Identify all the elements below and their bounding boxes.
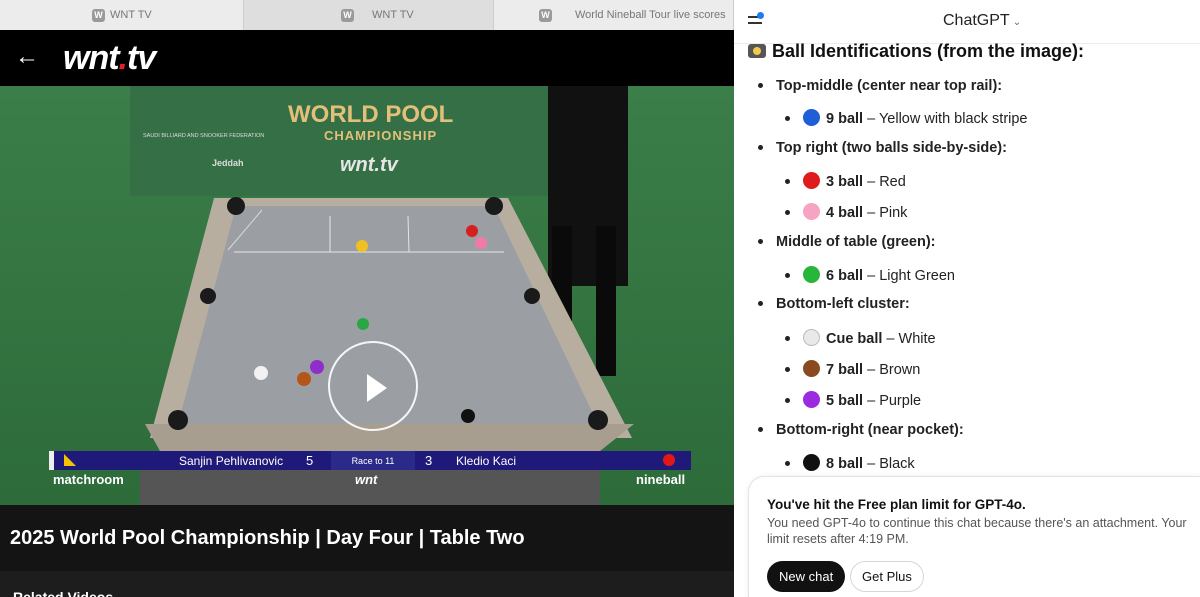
video-title: 2025 World Pool Championship | Day Four … <box>10 527 525 549</box>
pool-table-scene <box>0 86 734 505</box>
logo-tld: tv <box>127 39 156 77</box>
related-videos-area: Related Videos <box>0 571 734 597</box>
list-item-cue-ball: Cue ball – White <box>785 326 936 347</box>
flag-albania-icon <box>663 454 675 466</box>
section-top-middle: Top-middle (center near top rail): <box>758 76 1002 96</box>
chat-header: ChatGPT ⌄ <box>734 0 1200 44</box>
list-item-3-ball: 3 ball – Red <box>785 169 906 190</box>
blue-circle-icon <box>803 109 820 126</box>
matchroom-logo: matchroom <box>53 472 124 487</box>
browser-tab-2[interactable]: W WNT TV <box>244 0 494 30</box>
list-item-6-ball: 6 ball – Light Green <box>785 263 955 284</box>
list-item-7-ball: 7 ball – Brown <box>785 357 920 378</box>
brown-circle-icon <box>803 360 820 377</box>
tab-label: World Nineball Tour live scores <box>575 9 726 21</box>
cherry-blossom-icon <box>803 203 820 220</box>
banner-federation: SAUDI BILLIARD AND SNOOKER FEDERATION <box>143 133 265 139</box>
heading-text: Ball Identifications (from the image): <box>772 41 1085 61</box>
green-circle-icon <box>803 266 820 283</box>
message-heading: Ball Identifications (from the image): <box>748 41 1084 62</box>
model-name: ChatGPT <box>943 12 1010 29</box>
related-videos-heading: Related Videos <box>13 589 114 597</box>
camera-flash-icon <box>748 44 766 58</box>
section-bottom-right: Bottom-right (near pocket): <box>758 420 964 440</box>
nineball-logo: nineball <box>636 472 686 487</box>
chatgpt-pane: ChatGPT ⌄ Ball Identifications (from the … <box>734 0 1200 597</box>
banner-title: WORLD POOL <box>288 101 454 128</box>
tab-label: WNT TV <box>110 9 152 21</box>
browser-tab-1[interactable]: W WNT TV <box>0 0 244 30</box>
new-chat-button[interactable]: New chat <box>767 561 846 592</box>
site-header: ← wnt.tv <box>0 30 734 86</box>
list-item-4-ball: 4 ball – Pink <box>785 200 907 221</box>
chevron-down-icon: ⌄ <box>1012 17 1022 28</box>
browser-tab-3[interactable]: W World Nineball Tour live scores <box>494 0 734 30</box>
plan-limit-card: You've hit the Free plan limit for GPT-4… <box>748 476 1200 597</box>
list-item-8-ball: 8 ball – Black <box>785 451 915 472</box>
browser-tab-bar: W WNT TV W WNT TV W World Nineball Tour … <box>0 0 734 30</box>
logo-text: wnt <box>63 39 120 77</box>
red-circle-icon <box>803 172 820 189</box>
limit-title: You've hit the Free plan limit for GPT-4… <box>767 497 1026 512</box>
video-player[interactable]: WORLD POOL CHAMPIONSHIP wnt.tv SAUDI BIL… <box>0 86 734 505</box>
banner-city: Jeddah <box>212 158 244 168</box>
section-middle: Middle of table (green): <box>758 232 936 252</box>
player-2-score: 3 <box>425 453 433 468</box>
screen: W WNT TV W WNT TV W World Nineball Tour … <box>0 0 1200 597</box>
wnt-logo[interactable]: wnt.tv <box>63 39 156 78</box>
purple-circle-icon <box>803 391 820 408</box>
scoreboard-edge <box>49 451 54 470</box>
player-1-score: 5 <box>306 453 314 468</box>
banner-brand: wnt.tv <box>340 154 398 176</box>
scoreboard: Sanjin Pehlivanovic 5 Race to 11 3 Kledi… <box>49 451 691 470</box>
limit-body: You need GPT-4o to continue this chat be… <box>767 516 1187 546</box>
sidebar-toggle-icon[interactable] <box>748 12 766 27</box>
logo-dot: . <box>118 39 129 77</box>
play-button[interactable] <box>328 341 418 431</box>
flag-bosnia-icon <box>64 454 76 466</box>
black-circle-icon <box>803 454 820 471</box>
wnt-favicon-icon: W <box>341 8 354 22</box>
list-item-9-ball: 9 ball – Yellow with black stripe <box>785 106 1028 127</box>
model-selector[interactable]: ChatGPT ⌄ <box>943 12 1021 30</box>
wnt-watermark: wnt <box>355 472 378 487</box>
get-plus-button[interactable]: Get Plus <box>850 561 924 592</box>
tab-label: WNT TV <box>372 9 414 21</box>
wnt-favicon-icon: W <box>92 8 105 22</box>
video-title-area: 2025 World Pool Championship | Day Four … <box>0 505 734 571</box>
section-bottom-left: Bottom-left cluster: <box>758 294 910 314</box>
banner-subtitle: CHAMPIONSHIP <box>324 128 438 143</box>
white-circle-icon <box>803 329 820 346</box>
back-arrow-icon[interactable]: ← <box>15 44 41 70</box>
wnt-favicon-icon: W <box>539 8 552 22</box>
video-browser-pane: W WNT TV W WNT TV W World Nineball Tour … <box>0 0 734 597</box>
section-top-right: Top right (two balls side-by-side): <box>758 138 1007 158</box>
player-2-name: Kledio Kaci <box>456 453 517 468</box>
player-1-name: Sanjin Pehlivanovic <box>179 453 284 468</box>
list-item-5-ball: 5 ball – Purple <box>785 388 921 409</box>
race-label: Race to 11 <box>331 451 415 470</box>
